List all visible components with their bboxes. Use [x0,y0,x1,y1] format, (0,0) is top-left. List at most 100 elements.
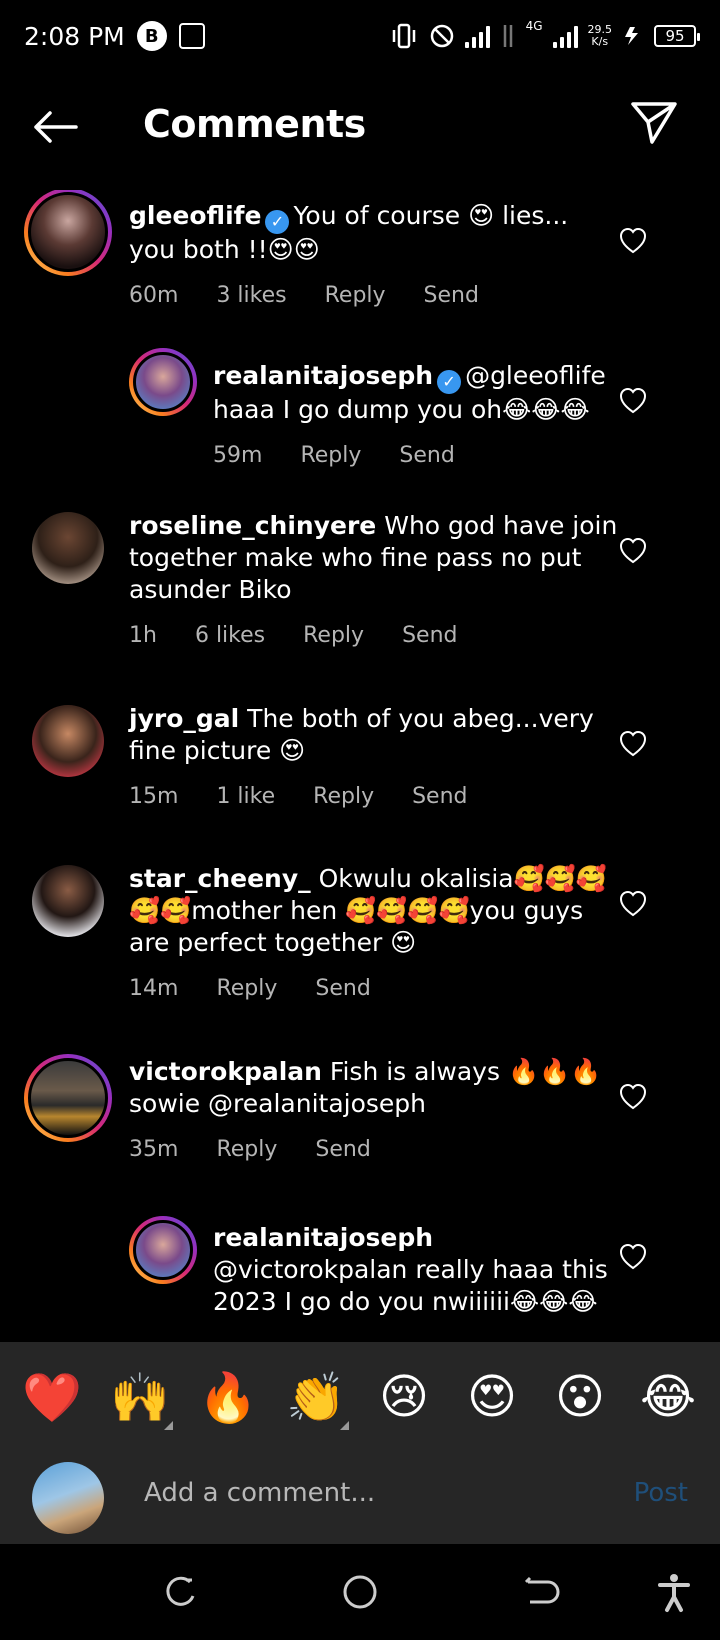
reply-button[interactable]: Reply [216,973,277,1005]
comment-meta: 1h 6 likes Reply Send [129,620,629,652]
avatar[interactable] [129,348,197,416]
notification-badge-icon: B [136,21,167,51]
avatar[interactable] [24,190,112,276]
emoji-surprised-button[interactable]: 😮 [545,1369,615,1425]
emoji-laughing-button[interactable]: 😂 [633,1369,703,1425]
like-heart-icon[interactable] [618,1242,648,1272]
verified-badge-icon: ✓ [437,370,462,394]
comment-time: 59m [213,443,263,468]
comment-time: 35m [129,1137,179,1162]
avatar[interactable] [32,865,104,937]
comment-username[interactable]: star_cheeny_ [129,864,311,893]
comment-username[interactable]: jyro_gal [129,704,239,733]
comment-likes[interactable]: 6 likes [195,620,265,652]
back-nav-icon[interactable] [518,1570,562,1614]
reply-button[interactable]: Reply [300,440,361,472]
status-bar: 2:08 PM B 4G 29.5 K/s 95 [0,0,720,72]
charging-icon [625,27,638,45]
data-arrows-icon [503,25,512,47]
accessibility-icon[interactable] [652,1570,696,1614]
comment-body: realanitajoseph ✓ @gleeoflife haaa I go du… [213,360,623,472]
comment-body: gleeoflife ✓ You of course 😍 lies... you b… [129,200,619,312]
signal-bars-2-icon [552,24,578,48]
send-button[interactable]: Send [399,440,454,472]
verified-badge-icon: ✓ [265,210,290,234]
avatar[interactable] [24,1054,112,1142]
comment-meta: 15m 1 like Reply Send [129,781,629,813]
emoji-heart-button[interactable]: ❤️ [17,1369,87,1426]
system-nav-bar [0,1544,720,1640]
status-time: 2:08 PM [24,21,125,51]
emoji-clap-glyph: 👏 [286,1369,346,1426]
comment-composer: Add a comment... Post [0,1452,720,1544]
back-arrow-icon [34,111,78,143]
vibrate-icon [392,23,415,49]
post-button[interactable]: Post [634,1478,688,1508]
do-not-disturb-icon [430,24,453,48]
send-button[interactable]: Send [402,620,457,652]
comment-username[interactable]: victorokpalan [129,1057,322,1086]
reply-button[interactable]: Reply [303,620,364,652]
send-button[interactable]: Send [315,973,370,1005]
emoji-fire-button[interactable]: 🔥 [193,1369,263,1426]
comment-time: 14m [129,976,179,1001]
emoji-raised-hands-button[interactable]: 🙌 [105,1369,175,1430]
like-heart-icon[interactable] [618,226,648,256]
comments-header: Comments [0,88,720,168]
comment-time: 1h [129,623,157,648]
comment-body: jyro_gal The both of you abeg...very fin… [129,703,629,813]
emoji-raised-hands-glyph: 🙌 [110,1369,170,1426]
like-heart-icon[interactable] [618,889,648,919]
comment-username[interactable]: realanitajoseph [213,361,433,390]
battery-level: 95 [654,25,700,47]
sim-card-icon [178,23,205,49]
reply-button[interactable]: Reply [313,781,374,813]
send-button[interactable]: Send [424,280,479,312]
comment-input[interactable]: Add a comment... [144,1478,375,1508]
emoji-crying-button[interactable]: 😢 [369,1369,439,1425]
comment-meta: 35m Reply Send [129,1134,629,1166]
speed-unit: K/s [591,35,609,48]
avatar[interactable] [32,705,104,777]
signal-bars-icon [464,24,490,48]
send-button[interactable]: Send [315,1134,370,1166]
comment-body: realanitajoseph @victorokpalan really ha… [213,1222,623,1318]
comment-username[interactable]: realanitajoseph [213,1223,433,1252]
comment-time: 15m [129,784,179,809]
comment-body: roseline_chinyere Who god have join toge… [129,510,629,652]
comment-likes[interactable]: 3 likes [216,280,286,312]
avatar[interactable] [32,512,104,584]
network-speed: 29.5 K/s [588,24,613,48]
reply-button[interactable]: Reply [216,1134,277,1166]
like-heart-icon[interactable] [618,386,648,416]
comment-body: star_cheeny_ Okwulu okalisia🥰🥰🥰🥰🥰mother … [129,863,629,1005]
comment-username[interactable]: gleeoflife [129,201,261,230]
skin-tone-corner-icon [340,1420,349,1430]
like-heart-icon[interactable] [618,536,648,566]
share-button[interactable] [630,100,680,150]
comment-meta: 59m Reply Send [213,440,623,472]
emoji-quick-bar: ❤️ 🙌 🔥 👏 😢 😍 😮 😂 [0,1342,720,1452]
skin-tone-corner-icon [164,1420,173,1430]
comment-likes[interactable]: 1 like [216,781,275,813]
home-icon[interactable] [338,1570,382,1614]
like-heart-icon[interactable] [618,1082,648,1112]
comment-meta: 14m Reply Send [129,973,629,1005]
send-button[interactable]: Send [412,781,467,813]
comment-text: @victorokpalan really haaa this 2023 I g… [213,1255,608,1316]
recent-apps-icon[interactable] [158,1570,202,1614]
comment-body: victorokpalan Fish is always 🔥🔥🔥 sowie @… [129,1056,629,1166]
comment-username[interactable]: roseline_chinyere [129,511,376,540]
page-title: Comments [143,102,366,146]
like-heart-icon[interactable] [618,729,648,759]
avatar[interactable] [129,1216,197,1284]
reply-button[interactable]: Reply [325,280,386,312]
comments-list[interactable]: gleeoflife ✓ You of course 😍 lies... you b… [0,190,720,1342]
comment-meta: 60m 3 likes Reply Send [129,280,619,312]
comment-time: 60m [129,283,179,308]
emoji-clap-button[interactable]: 👏 [281,1369,351,1430]
my-avatar [32,1462,104,1534]
paper-plane-icon [631,102,677,144]
emoji-heart-eyes-button[interactable]: 😍 [457,1369,527,1425]
back-button[interactable] [30,102,80,152]
